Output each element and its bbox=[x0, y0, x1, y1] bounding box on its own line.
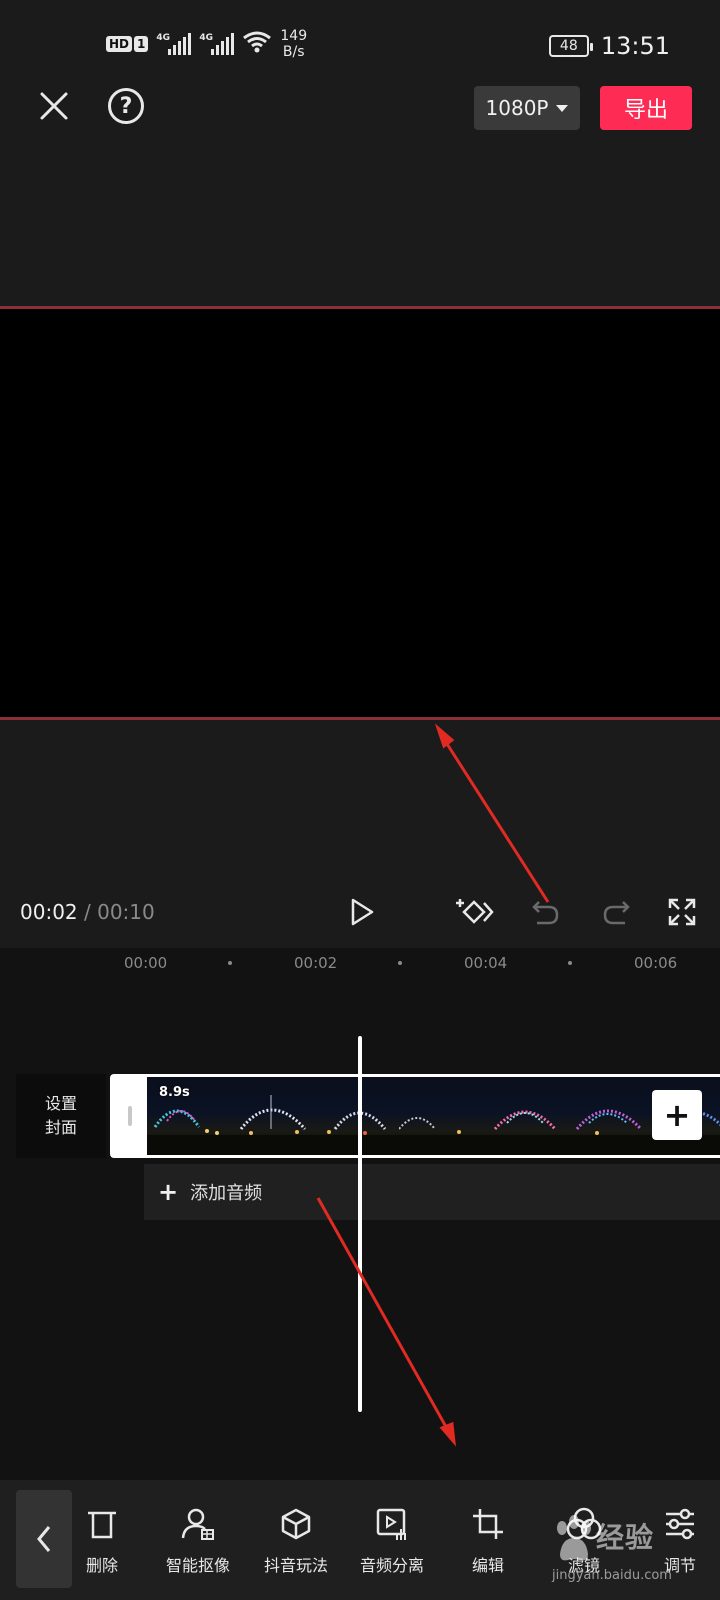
resolution-dropdown[interactable]: 1080P bbox=[474, 86, 580, 130]
undo-icon bbox=[532, 901, 559, 925]
clock: 13:51 bbox=[600, 32, 670, 60]
signal-type-label: 4G bbox=[199, 33, 214, 43]
add-clip-button[interactable]: + bbox=[652, 1090, 702, 1140]
tool-label: 音频分离 bbox=[359, 1556, 424, 1575]
smart-cutout-icon bbox=[180, 1506, 216, 1542]
tool-smart-cutout[interactable]: 智能抠像 bbox=[150, 1506, 246, 1576]
add-audio-label: 添加音频 bbox=[190, 1183, 263, 1204]
clip-frames bbox=[147, 1077, 720, 1155]
help-button[interactable]: ? bbox=[108, 88, 144, 124]
hd-badge: HD 1 bbox=[106, 36, 149, 52]
network-speed-value: 149 bbox=[280, 28, 308, 44]
current-time: 00:02 bbox=[20, 900, 78, 924]
ruler-label: 00:00 bbox=[124, 954, 168, 972]
sim-label: 1 bbox=[134, 36, 149, 52]
undo-button[interactable] bbox=[526, 892, 566, 932]
tool-douyin-effects[interactable]: 抖音玩法 bbox=[248, 1506, 344, 1576]
clip-frame bbox=[483, 1077, 567, 1155]
tool-label: 删除 bbox=[85, 1556, 118, 1575]
video-clip[interactable]: 8.9s bbox=[110, 1074, 720, 1158]
video-preview[interactable] bbox=[0, 306, 720, 720]
annotation-arrow bbox=[434, 723, 550, 903]
export-label: 导出 bbox=[623, 98, 668, 123]
battery-level: 48 bbox=[559, 38, 578, 54]
tool-adjust[interactable]: 调节 bbox=[632, 1506, 720, 1576]
fullscreen-button[interactable] bbox=[662, 892, 702, 932]
filter-icon bbox=[566, 1506, 602, 1542]
redo-button[interactable] bbox=[596, 892, 636, 932]
battery-icon: 48 bbox=[548, 35, 593, 57]
video-editor-screen: HD 1 4G 4G 149 B/s 48 13:51 ? 1080P 导出 0… bbox=[0, 0, 720, 1600]
tool-label: 滤镜 bbox=[567, 1556, 600, 1575]
keyframe-icon bbox=[456, 899, 494, 924]
tool-filter[interactable]: 滤镜 bbox=[536, 1506, 632, 1576]
network-speed-unit: B/s bbox=[282, 44, 305, 60]
adjust-icon bbox=[662, 1506, 698, 1542]
tool-label: 智能抠像 bbox=[165, 1556, 230, 1575]
play-icon bbox=[351, 898, 374, 926]
help-icon: ? bbox=[119, 93, 133, 119]
clip-frame bbox=[231, 1077, 315, 1155]
status-bar: HD 1 4G 4G 149 B/s 48 13:51 bbox=[0, 0, 720, 80]
ruler-label: 00:04 bbox=[464, 954, 508, 972]
delete-icon bbox=[84, 1506, 120, 1542]
time-separator: / bbox=[77, 900, 98, 924]
plus-icon: + bbox=[158, 1178, 179, 1206]
clip-trim-handle[interactable] bbox=[113, 1077, 147, 1155]
playhead[interactable] bbox=[358, 1036, 362, 1412]
signal-type-label: 4G bbox=[156, 33, 171, 43]
ruler-dot bbox=[568, 961, 572, 965]
wifi-icon bbox=[242, 30, 272, 58]
export-button[interactable]: 导出 bbox=[600, 86, 692, 130]
tool-label: 编辑 bbox=[471, 1556, 504, 1575]
cube-icon bbox=[278, 1506, 314, 1542]
close-button[interactable] bbox=[34, 86, 74, 126]
clip-duration: 8.9s bbox=[159, 1085, 190, 1100]
tool-audio-separate[interactable]: 音频分离 bbox=[344, 1506, 440, 1576]
plus-icon: + bbox=[663, 1096, 691, 1134]
status-bar-left: HD 1 4G 4G 149 B/s bbox=[106, 28, 307, 60]
tool-label: 调节 bbox=[663, 1556, 696, 1575]
ruler-label: 00:02 bbox=[294, 954, 338, 972]
ruler-dot bbox=[228, 961, 232, 965]
ruler-dot bbox=[398, 961, 402, 965]
keyframe-button[interactable] bbox=[456, 892, 496, 932]
set-cover-label-line1: 设置 bbox=[44, 1094, 77, 1113]
set-cover-label-line2: 封面 bbox=[44, 1118, 77, 1137]
tool-delete[interactable]: 删除 bbox=[54, 1506, 150, 1576]
signal-icon: 4G bbox=[156, 33, 192, 55]
play-button[interactable] bbox=[342, 892, 382, 932]
chevron-left-icon bbox=[37, 1526, 51, 1552]
hd-label: HD bbox=[106, 36, 133, 52]
status-bar-right: 48 13:51 bbox=[548, 32, 670, 60]
total-time: 00:10 bbox=[97, 900, 155, 924]
resolution-label: 1080P bbox=[485, 96, 549, 120]
fullscreen-icon bbox=[668, 898, 696, 926]
crop-icon bbox=[470, 1506, 506, 1542]
clip-frame bbox=[315, 1077, 399, 1155]
signal-icon: 4G bbox=[199, 33, 235, 55]
clip-frame bbox=[399, 1077, 483, 1155]
time-code: 00:02 / 00:10 bbox=[20, 900, 155, 924]
caret-down-icon bbox=[556, 104, 569, 112]
tool-label: 抖音玩法 bbox=[263, 1556, 328, 1575]
clip-frame bbox=[567, 1077, 651, 1155]
ruler-label: 00:06 bbox=[634, 954, 678, 972]
set-cover-button[interactable]: 设置 封面 bbox=[16, 1074, 106, 1158]
close-icon bbox=[40, 92, 68, 120]
redo-icon bbox=[603, 901, 630, 925]
network-speed: 149 B/s bbox=[280, 28, 307, 60]
tool-edit[interactable]: 编辑 bbox=[440, 1506, 536, 1576]
add-audio-button[interactable]: + 添加音频 bbox=[144, 1164, 720, 1220]
audio-separate-icon bbox=[374, 1506, 410, 1542]
time-ruler[interactable]: 00:00 00:02 00:04 00:06 bbox=[0, 948, 720, 978]
bottom-toolbar: 删除 智能抠像 抖音玩法 音频分离 编辑 滤镜 调节 bbox=[0, 1480, 720, 1600]
